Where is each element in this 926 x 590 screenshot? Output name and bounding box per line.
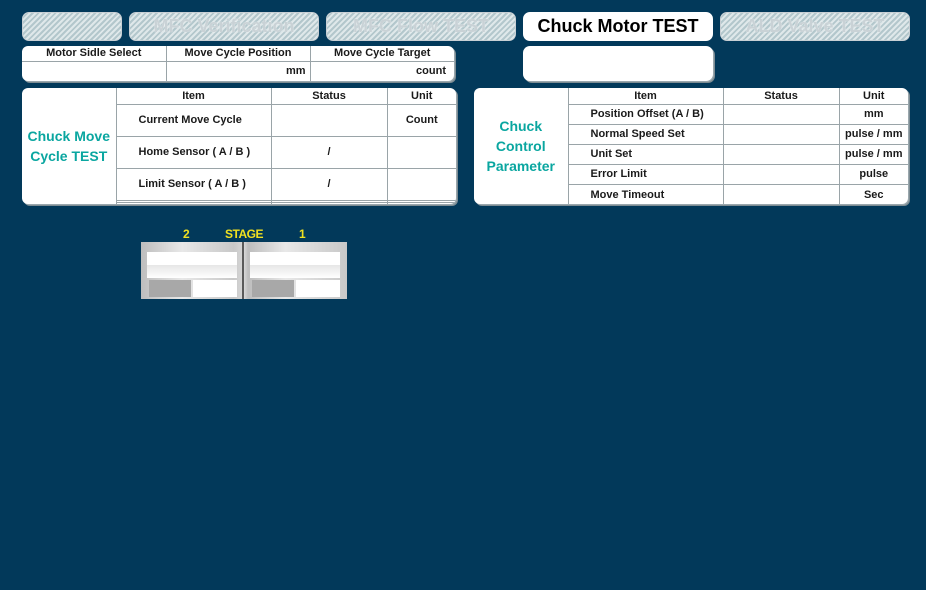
tab-mfc-verification[interactable]: MFC Verification	[129, 12, 319, 41]
stage-2[interactable]	[141, 242, 243, 299]
stage-2-top	[147, 252, 237, 278]
table-row-item	[116, 202, 272, 204]
table-row-status[interactable]	[722, 103, 840, 125]
chuck-control-title: Chuck Control Parameter	[474, 88, 569, 204]
chuck-control-title-line1: Chuck	[499, 118, 543, 134]
move-cycle-position-field[interactable]: mm	[165, 60, 311, 81]
motor-side-select-field[interactable]	[22, 60, 167, 81]
table-row-unit: pulse	[838, 163, 908, 186]
stage-1-top	[250, 252, 340, 278]
tab-mfc-flow-test[interactable]: MFC Flow TEST	[326, 12, 516, 41]
stage-label-1: 1	[299, 227, 306, 241]
unit-header: Unit	[838, 88, 908, 105]
move-cycle-panel: Chuck Move Cycle TEST Item Status Unit Cu…	[22, 88, 456, 204]
item-header: Item	[567, 88, 724, 105]
table-row-status	[270, 202, 388, 204]
table-row-status: /	[270, 135, 388, 169]
count-unit-label: count	[416, 65, 446, 78]
chuck-control-title-line3: Parameter	[486, 158, 556, 174]
motor-select-panel: Motor Sidle Select Move Cycle Position M…	[22, 46, 454, 81]
table-row-status[interactable]	[722, 143, 840, 165]
stage-1-indicator-a	[252, 280, 294, 297]
table-row-item: Error Limit	[568, 163, 724, 186]
mm-unit-label: mm	[285, 65, 306, 78]
motor-side-select-header: Motor Sidle Select	[22, 46, 167, 62]
status-header: Status	[270, 88, 388, 105]
stage-labels: 2 STAGE 1	[141, 227, 347, 241]
move-cycle-title: Chuck Move Cycle TEST	[22, 88, 117, 204]
status-header: Status	[722, 88, 840, 105]
stage-graphic	[141, 242, 347, 299]
table-row-status[interactable]	[722, 123, 840, 145]
table-row-unit: Count	[386, 103, 456, 137]
table-row-item: Move Timeout	[568, 184, 724, 204]
table-row-item: Unit Set	[568, 143, 724, 165]
table-row-item: Normal Speed Set	[568, 123, 724, 145]
table-row-status[interactable]	[722, 184, 840, 204]
table-row-unit	[386, 202, 456, 204]
tab-ald-valve-test[interactable]: ALD Valve TEST	[720, 12, 910, 41]
stage-1-indicator-b	[296, 280, 340, 297]
table-row-item: Current Move Cycle	[116, 103, 272, 137]
move-cycle-target-field[interactable]: count	[309, 60, 454, 81]
unit-header: Unit	[386, 88, 456, 105]
table-row-unit: Sec	[838, 184, 908, 204]
stage-2-indicator-a	[149, 280, 191, 297]
table-row-unit	[386, 135, 456, 169]
tab-chuck-motor-test[interactable]: Chuck Motor TEST	[523, 12, 713, 41]
table-row-item: Position Offset (A / B)	[568, 103, 724, 125]
move-cycle-position-header: Move Cycle Position	[165, 46, 311, 62]
stage-label: STAGE	[225, 227, 263, 241]
table-row-status: /	[270, 167, 388, 201]
move-cycle-title-line2: Cycle TEST	[30, 148, 108, 164]
stage-1[interactable]	[244, 242, 346, 299]
table-row-item: Limit Sensor ( A / B )	[116, 167, 272, 201]
stage-2-indicator-b	[193, 280, 237, 297]
table-row-status	[270, 103, 388, 137]
table-row-item: Home Sensor ( A / B )	[116, 135, 272, 169]
action-button[interactable]	[523, 46, 713, 81]
table-row-unit	[386, 167, 456, 201]
move-cycle-target-header: Move Cycle Target	[309, 46, 454, 62]
table-row-status[interactable]	[722, 163, 840, 186]
table-row-unit: pulse / mm	[838, 143, 908, 165]
chuck-control-panel: Chuck Control Parameter Item Status Unit P…	[474, 88, 908, 204]
table-row-unit: pulse / mm	[838, 123, 908, 145]
stage-label-2: 2	[183, 227, 190, 241]
chuck-control-title-line2: Control	[495, 138, 546, 154]
table-row-unit: mm	[838, 103, 908, 125]
item-header: Item	[115, 88, 272, 105]
move-cycle-title-line1: Chuck Move	[27, 128, 110, 144]
tab-blank[interactable]	[22, 12, 122, 41]
